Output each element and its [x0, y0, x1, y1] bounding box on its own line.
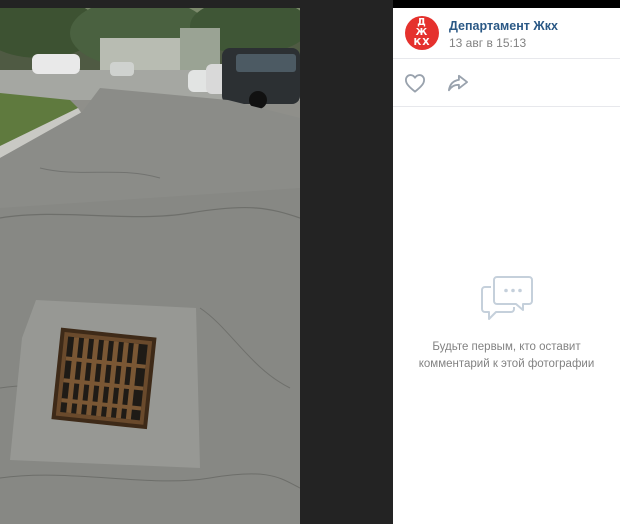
like-button[interactable]: [404, 73, 428, 93]
avatar-logo-text: ДЖКХ: [413, 17, 431, 48]
share-button[interactable]: [447, 73, 471, 93]
photo[interactable]: [0, 8, 300, 524]
heart-icon: [404, 74, 425, 93]
comments-empty-text: Будьте первым, кто оставит комментарий к…: [418, 341, 595, 370]
author-name-link[interactable]: Департамент Жкх: [449, 19, 558, 33]
comments-bubble-icon: [480, 276, 533, 320]
post-date-link[interactable]: 13 авг в 15:13: [449, 36, 526, 50]
avatar[interactable]: ДЖКХ: [405, 16, 439, 50]
comments-empty-state: Будьте первым, кто оставит комментарий к…: [393, 273, 620, 373]
post-header: ДЖКХ Департамент Жкх 13 авг в 15:13: [393, 8, 620, 59]
photo-area[interactable]: [0, 0, 393, 524]
post-actions: [393, 59, 620, 107]
share-arrow-icon: [447, 74, 468, 92]
photo-image: [0, 8, 300, 524]
photo-viewer: ДЖКХ Департамент Жкх 13 авг в 15:13 Будь…: [0, 0, 620, 524]
post-side-panel: ДЖКХ Департамент Жкх 13 авг в 15:13 Будь…: [393, 8, 620, 524]
